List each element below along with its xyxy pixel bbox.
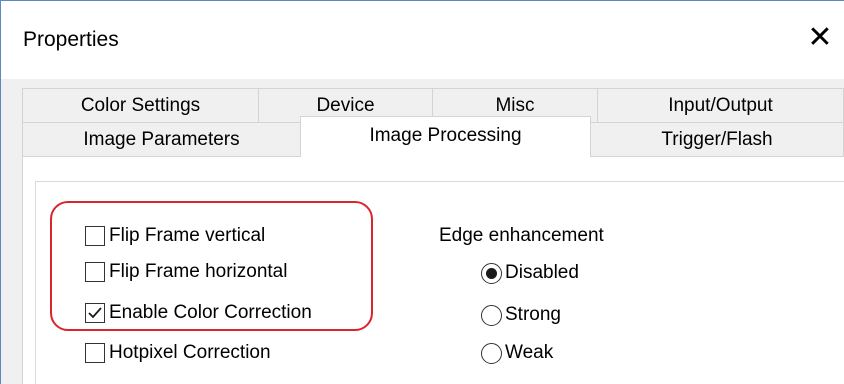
radio-strong[interactable]: Strong: [481, 304, 561, 326]
dialog-title: Properties: [23, 28, 119, 51]
tab-image-parameters[interactable]: Image Parameters: [22, 122, 301, 157]
tab-trigger-flash[interactable]: Trigger/Flash: [590, 122, 844, 157]
tab-image-processing[interactable]: Image Processing: [300, 116, 591, 157]
radio-weak[interactable]: Weak: [481, 342, 553, 364]
annotation-highlight: [50, 201, 373, 331]
checkbox-label: Hotpixel Correction: [109, 342, 271, 363]
tab-color-settings[interactable]: Color Settings: [22, 88, 259, 123]
radio-label: Strong: [505, 304, 561, 325]
hotpixel-correction-checkbox[interactable]: Hotpixel Correction: [85, 342, 271, 364]
radio-label: Weak: [505, 342, 554, 363]
radio-selected-dot: [486, 267, 497, 279]
radio-button[interactable]: [481, 262, 502, 284]
radio-label: Disabled: [505, 262, 579, 283]
radio-button[interactable]: [481, 342, 502, 364]
tab-input-output[interactable]: Input/Output: [597, 88, 844, 123]
checkbox-box[interactable]: [85, 343, 105, 363]
edge-enhancement-label: Edge enhancement: [439, 225, 604, 246]
radio-button[interactable]: [481, 304, 502, 326]
close-icon[interactable]: ✕: [803, 21, 837, 55]
radio-disabled[interactable]: Disabled: [481, 262, 579, 284]
title-bar: Properties ✕: [1, 1, 844, 79]
